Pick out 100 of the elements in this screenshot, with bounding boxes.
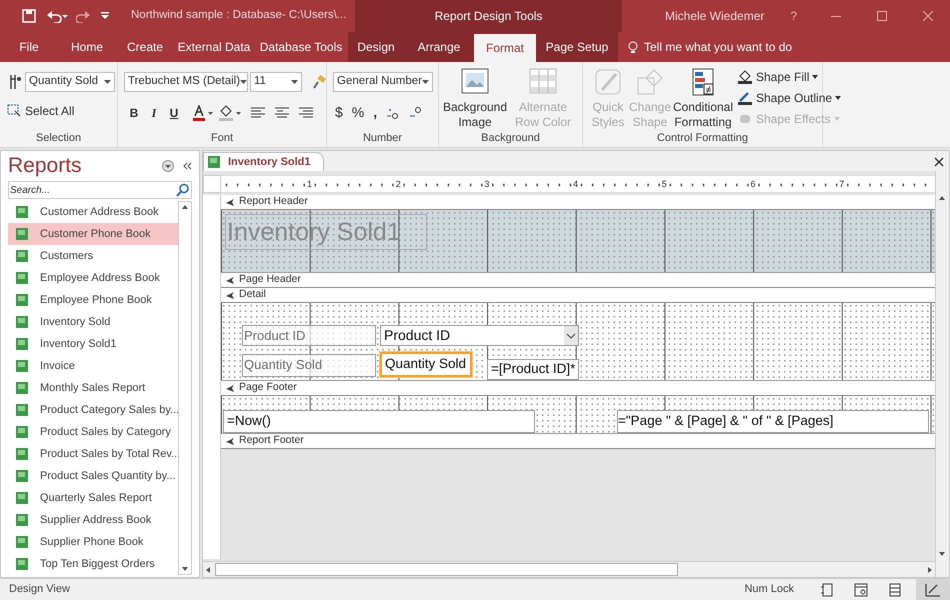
text-box[interactable]: ="Page " & [Page] & " of " & [Pages] bbox=[617, 410, 929, 433]
ribbon-tab[interactable]: External Data bbox=[174, 32, 254, 62]
report-icon bbox=[208, 156, 220, 168]
section-bar[interactable]: Page Header bbox=[221, 273, 935, 288]
ribbon-tab[interactable]: Design bbox=[348, 32, 404, 62]
report-item[interactable]: Product Sales by Category bbox=[8, 421, 178, 443]
report-item[interactable]: Supplier Phone Book bbox=[8, 531, 178, 553]
report-item[interactable]: Customer Address Book bbox=[8, 201, 178, 223]
dropdown-circle-icon[interactable] bbox=[162, 160, 174, 172]
report-item[interactable]: Quarterly Sales Report bbox=[8, 487, 178, 509]
report-item[interactable]: Invoice bbox=[8, 355, 178, 377]
section-marker-icon bbox=[225, 436, 235, 446]
close-icon[interactable] bbox=[934, 157, 944, 167]
report-item[interactable]: Employee Phone Book bbox=[8, 289, 178, 311]
number-format-dropdown[interactable]: General Number bbox=[333, 72, 433, 92]
horizontal-scrollbar[interactable] bbox=[203, 561, 935, 577]
report-item[interactable]: Product Category Sales by... bbox=[8, 399, 178, 421]
report-view-icon[interactable] bbox=[820, 582, 834, 596]
ribbon-tab[interactable]: File bbox=[0, 32, 58, 62]
table-rows-icon bbox=[529, 68, 557, 94]
report-item[interactable]: Monthly Sales Report bbox=[8, 377, 178, 399]
ribbon-tab[interactable]: Home bbox=[58, 32, 116, 62]
ribbon-tab[interactable]: Create bbox=[116, 32, 174, 62]
field-label[interactable]: Quantity Sold bbox=[242, 354, 376, 377]
section-bar[interactable]: Page Footer bbox=[221, 381, 935, 396]
print-preview-icon[interactable] bbox=[854, 582, 868, 596]
report-item[interactable]: Inventory Sold1 bbox=[8, 333, 178, 355]
design-view-button[interactable] bbox=[916, 578, 950, 600]
currency-button[interactable]: $ bbox=[335, 102, 343, 123]
field-label[interactable]: Product ID bbox=[242, 325, 376, 346]
tell-me-search[interactable]: Tell me what you want to do bbox=[644, 38, 792, 56]
contextual-title: Report Design Tools bbox=[434, 8, 542, 25]
group-label: Font bbox=[210, 131, 234, 146]
decrease-decimals-icon[interactable] bbox=[409, 106, 424, 120]
report-item[interactable]: Product Sales Quantity by... bbox=[8, 465, 178, 487]
report-item[interactable]: Supplier Address Book bbox=[8, 509, 178, 531]
section-bar[interactable]: Detail bbox=[221, 288, 935, 303]
undo-icon[interactable] bbox=[46, 9, 68, 23]
text-box[interactable]: Quantity Sold bbox=[380, 352, 472, 377]
report-icon bbox=[16, 514, 28, 526]
brush-icon bbox=[594, 68, 622, 96]
format-painter-icon[interactable] bbox=[312, 75, 326, 89]
align-right-icon[interactable] bbox=[298, 107, 314, 119]
shape-fill-button[interactable]: Shape Fill bbox=[737, 68, 842, 86]
caret-icon bbox=[834, 117, 840, 121]
report-icon bbox=[16, 558, 28, 570]
select-object-icon bbox=[9, 74, 21, 90]
report-icon bbox=[16, 250, 28, 262]
caret-icon bbox=[422, 80, 430, 84]
combo-box[interactable]: Product ID bbox=[380, 325, 579, 346]
user-name: Michele Wiedemer bbox=[665, 8, 764, 25]
section-marker-icon bbox=[225, 384, 235, 392]
report-icon bbox=[16, 206, 28, 218]
shape-effects-icon bbox=[737, 112, 753, 126]
collapse-icon[interactable] bbox=[182, 161, 192, 171]
ribbon-tab[interactable]: Format bbox=[474, 32, 536, 62]
customize-icon[interactable] bbox=[101, 12, 109, 20]
caret-icon bbox=[240, 80, 248, 84]
report-icon bbox=[16, 536, 28, 548]
select-all-button[interactable]: Select All bbox=[7, 102, 74, 120]
layout-view-icon[interactable] bbox=[888, 582, 902, 596]
section-bar[interactable]: Report Header bbox=[221, 195, 935, 210]
align-left-icon[interactable] bbox=[250, 107, 266, 119]
caret-icon bbox=[812, 75, 818, 79]
ribbon-tab[interactable]: Page Setup bbox=[536, 32, 618, 62]
ribbon-tab[interactable]: Database Tools bbox=[254, 32, 348, 62]
document-tab[interactable]: Inventory Sold1 bbox=[203, 152, 324, 171]
pencil-icon bbox=[737, 91, 753, 105]
save-icon[interactable] bbox=[22, 9, 36, 23]
comma-style-button[interactable]: , bbox=[373, 102, 378, 123]
underline-button[interactable]: U bbox=[166, 104, 182, 122]
font-color-icon[interactable] bbox=[192, 105, 214, 121]
help-button[interactable]: ? bbox=[790, 7, 798, 25]
bold-button[interactable]: B bbox=[126, 104, 142, 122]
percent-button[interactable]: % bbox=[352, 102, 364, 123]
caret-icon bbox=[291, 80, 298, 84]
fill-color-icon[interactable] bbox=[218, 105, 242, 121]
report-item[interactable]: Inventory Sold bbox=[8, 311, 178, 333]
italic-button[interactable]: I bbox=[146, 104, 162, 122]
text-box[interactable]: =[Product ID]* bbox=[487, 359, 579, 380]
maximize-icon[interactable] bbox=[877, 11, 888, 21]
section-bar[interactable]: Report Footer bbox=[221, 434, 935, 449]
report-item[interactable]: Top Ten Biggest Orders bbox=[8, 553, 178, 575]
section-marker-icon bbox=[225, 290, 235, 300]
shape-outline-button[interactable]: Shape Outline bbox=[737, 89, 842, 107]
text-box[interactable]: =Now() bbox=[223, 410, 535, 433]
font-size-dropdown[interactable]: 11 bbox=[250, 72, 302, 92]
scroll-thumb[interactable] bbox=[215, 563, 678, 576]
scrollbar[interactable] bbox=[178, 201, 192, 575]
conditional-formatting-button[interactable]: Conditional Formatting bbox=[671, 68, 735, 130]
ribbon-tab[interactable]: Arrange bbox=[404, 32, 474, 62]
font-dropdown[interactable]: Trebuchet MS (Detail) bbox=[124, 72, 248, 92]
vertical-scrollbar[interactable] bbox=[935, 171, 949, 577]
object-dropdown[interactable]: Quantity Sold bbox=[25, 72, 115, 92]
report-item[interactable]: Customer Phone Book bbox=[8, 223, 178, 245]
background-image-button[interactable]: Background Image bbox=[441, 68, 509, 130]
report-item[interactable]: Employee Address Book bbox=[8, 267, 178, 289]
report-item[interactable]: Customers bbox=[8, 245, 178, 267]
align-center-icon[interactable] bbox=[274, 107, 290, 119]
report-item[interactable]: Product Sales by Total Rev... bbox=[8, 443, 178, 465]
